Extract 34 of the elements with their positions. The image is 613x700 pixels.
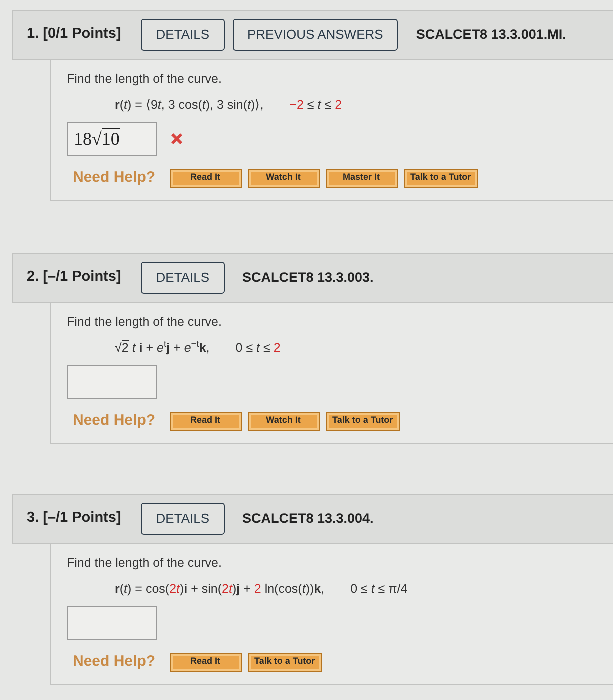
help-label: Need Help? (73, 168, 156, 188)
help-button[interactable]: Read It (170, 652, 242, 672)
domain-text: 0 ≤ t ≤ π/4 (350, 581, 408, 598)
question-prompt: Find the length of the curve. (67, 71, 223, 88)
header-button[interactable]: DETAILS (141, 19, 224, 51)
answer-field[interactable]: 18√10 (67, 122, 157, 156)
formula-text: √2 t i + e$^{t}$j + e$^{−t}$k, (115, 339, 210, 357)
header-button[interactable]: DETAILS (141, 503, 224, 535)
question-title: 3. [–/1 Points] (27, 509, 122, 528)
header-button[interactable]: DETAILS (141, 262, 224, 294)
question-title: 1. [0/1 Points] (27, 25, 122, 44)
help-button[interactable]: Read It (170, 168, 242, 188)
help-button[interactable]: Watch It (248, 168, 320, 188)
domain-text: 0 ≤ t ≤ 2 (236, 340, 281, 357)
help-button[interactable]: Watch It (248, 412, 320, 430)
question-prompt: Find the length of the curve. (67, 314, 223, 331)
problem-code: SCALCET8 13.3.003. (242, 268, 374, 287)
domain-text: −2 ≤ t ≤ 2 (290, 97, 342, 114)
help-button[interactable]: Talk to a Tutor (326, 412, 400, 430)
problem-code: SCALCET8 13.3.004. (242, 510, 374, 528)
answer-field[interactable] (67, 365, 157, 399)
formula-text: r(t) = ⟨9t, 3 cos(t), 3 sin(t)⟩, (115, 97, 264, 114)
formula-text: r(t) = cos(2t)i + sin(2t)j + 2 ln(cos(t))k, (115, 581, 325, 598)
help-button[interactable]: Talk to a Tutor (248, 652, 322, 672)
header-button[interactable]: PREVIOUS ANSWERS (232, 19, 398, 51)
help-label: Need Help? (73, 652, 156, 672)
help-button[interactable]: Talk to a Tutor (404, 168, 478, 188)
help-label: Need Help? (73, 411, 156, 431)
question-prompt: Find the length of the curve. (67, 555, 223, 572)
problem-code: SCALCET8 13.3.001.MI. (416, 26, 566, 44)
question-title: 2. [–/1 Points] (27, 268, 122, 288)
help-button[interactable]: Read It (170, 412, 242, 430)
help-button[interactable]: Master It (326, 168, 398, 188)
answer-field[interactable] (67, 606, 157, 640)
